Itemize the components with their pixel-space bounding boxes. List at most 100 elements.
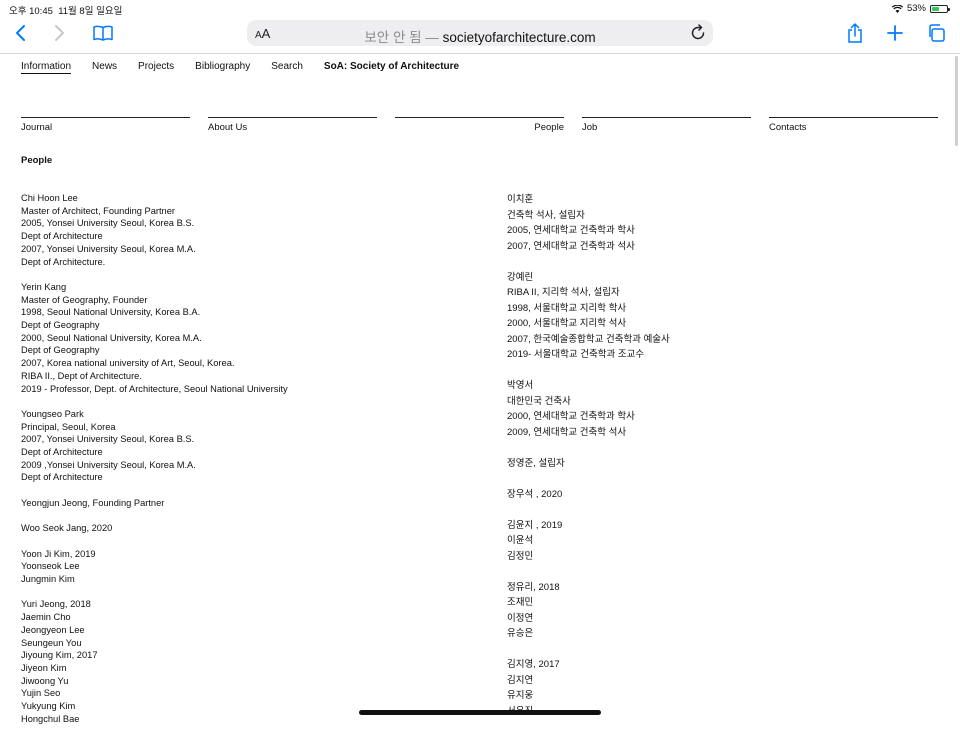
person-line: 박영서: [507, 380, 534, 391]
new-tab-icon[interactable]: [882, 22, 908, 44]
person-line: Dept of Architecture: [21, 447, 103, 458]
person-line: 2007, 연세대학교 건축학과 석사: [507, 240, 635, 252]
person-block: 박영서대한민국 건축사 2000, 연세대학교 건축학과 학사 2009, 연세대학…: [507, 378, 927, 440]
person-line: Yerin Kang: [21, 281, 67, 292]
home-indicator[interactable]: [359, 710, 601, 715]
person-line: 2019- 서울대학교 건축학과 조교수: [507, 349, 645, 360]
nav-projects[interactable]: Projects: [138, 61, 174, 74]
person-block: 정영준, 설립자: [507, 456, 927, 472]
person-line: Chi Hoon Lee: [21, 193, 78, 203]
person-line: Yoonseok Lee: [21, 561, 80, 572]
cat-about-us[interactable]: About Us: [208, 117, 377, 133]
person-line: Yeongjun Jeong, Founding Partner: [21, 497, 165, 508]
person-line: Jiyeon Kim: [21, 662, 67, 673]
person-line: 조재민: [507, 597, 534, 608]
people-korean-column: 이치훈 건축학 석사, 설립자 2005, 연세대학교 건축학과 학사 2007, 연…: [507, 192, 927, 735]
person-line: 건축학 석사, 설립자: [507, 209, 585, 221]
person-line: Principal, Seoul, Korea: [21, 421, 116, 432]
forward-icon[interactable]: [47, 22, 73, 44]
status-right: 53%: [891, 3, 950, 14]
person-line: 2007, Yonsei University Seoul, Korea B.S…: [21, 434, 195, 445]
site-nav: Information News Projects Bibliography S…: [21, 61, 480, 74]
person-block: 김윤지 , 2019 이윤석 김정민: [507, 518, 927, 565]
person-line: Woo Seok Jang, 2020: [21, 523, 113, 534]
person-block: Yoon Ji Kim, 2019 Yoonseok Lee Jungmin Kim: [21, 548, 461, 586]
nav-search[interactable]: Search: [271, 61, 303, 74]
tabs-icon[interactable]: [923, 22, 949, 44]
url-text[interactable]: 보안 안 됨 — societyofarchitecture.com: [247, 26, 713, 46]
back-icon[interactable]: [7, 22, 33, 44]
cat-journal[interactable]: Journal: [21, 117, 190, 133]
person-line: Yujin Seo: [21, 688, 61, 699]
person-line: 유승은: [507, 628, 534, 639]
person-line: Jiwoong Yu: [21, 675, 69, 686]
site-brand[interactable]: SoA: Society of Architecture: [324, 61, 459, 74]
person-line: Master of Geography, Founder: [21, 294, 148, 305]
person-block: 정유리, 2018 조재민이정연유승은: [507, 580, 927, 642]
person-line: 1998, 서울대학교 지리학 학사: [507, 302, 627, 314]
person-block: Yeongjun Jeong, Founding Partner: [21, 497, 461, 510]
person-line: 2007, 한국예술종합학교 건축학과 예술사: [507, 333, 670, 345]
section-title: People: [21, 155, 53, 166]
cat-job[interactable]: Job: [582, 117, 751, 133]
person-line: 2005, 연세대학교 건축학과 학사: [507, 225, 635, 236]
person-line: 김윤지 , 2019: [507, 519, 563, 531]
person-line: Master of Architect, Founding Partner: [21, 205, 175, 216]
status-bar: 오후 10:45 11월 8일 일요일 53%: [0, 0, 960, 17]
person-line: Dept of Architecture: [21, 231, 103, 242]
reload-icon[interactable]: [689, 24, 707, 42]
person-line: 2009 ,Yonsei University Seoul, Korea M.A…: [21, 459, 196, 470]
person-line: 유지웅: [507, 690, 534, 701]
person-line: 정유리, 2018: [507, 581, 560, 593]
person-line: 2005, Yonsei University Seoul, Korea B.S…: [21, 218, 195, 229]
person-line: Jeongyeon Lee: [21, 624, 85, 635]
share-icon[interactable]: [842, 22, 868, 44]
person-line: Dept of Geography: [21, 320, 100, 331]
nav-bibliography[interactable]: Bibliography: [195, 61, 250, 74]
person-line: 2000, 연세대학교 건축학과 학사: [507, 411, 635, 422]
person-line: Yoon Ji Kim, 2019: [21, 548, 96, 559]
person-line: 2009, 연세대학교 건축학 석사: [507, 426, 627, 438]
person-block: 이치훈 건축학 석사, 설립자 2005, 연세대학교 건축학과 학사 2007, 연…: [507, 192, 927, 254]
person-block: Yuri Jeong, 2018 Jaemin Cho Jeongyeon Lee S…: [21, 598, 461, 725]
person-block: 장우석 , 2020: [507, 487, 927, 503]
person-line: Dept of Architecture.: [21, 256, 106, 267]
person-line: 김지영, 2017: [507, 659, 560, 670]
cat-people[interactable]: People: [395, 117, 564, 133]
person-line: 이정연: [507, 612, 534, 624]
person-line: 2007, Yonsei University Seoul, Korea M.A…: [21, 243, 196, 254]
person-line: Youngseo Park: [21, 408, 84, 419]
people-english-column: Chi Hoon Lee Master of Architect, Foundin…: [21, 192, 461, 738]
person-line: RIBA II, 지리학 석사, 설립자: [507, 287, 620, 298]
person-line: Seungeun You: [21, 637, 82, 648]
nav-news[interactable]: News: [92, 61, 117, 74]
battery-icon: [930, 4, 950, 13]
person-block: Woo Seok Jang, 2020: [21, 522, 461, 535]
browser-toolbar: AA 보안 안 됨 — societyofarchitecture.com: [0, 16, 960, 54]
person-line: 대한민국 건축사: [507, 395, 571, 407]
address-bar[interactable]: AA 보안 안 됨 — societyofarchitecture.com: [247, 20, 713, 46]
person-block: Yerin Kang Master of Geography, Founder 19…: [21, 281, 461, 395]
person-line: 정영준, 설립자: [507, 457, 565, 469]
cat-contacts[interactable]: Contacts: [769, 117, 938, 133]
person-block: 강예린 RIBA II, 지리학 석사, 설립자 1998, 서울대학교 지리학 학…: [507, 270, 927, 363]
person-line: 장우석 , 2020: [507, 488, 563, 500]
person-line: 2000, Seoul National University, Korea M…: [21, 332, 202, 343]
nav-information[interactable]: Information: [21, 61, 72, 74]
person-block: Youngseo Park Principal, Seoul, Korea 2007…: [21, 408, 461, 484]
person-line: Jaemin Cho: [21, 612, 71, 623]
person-line: 2019 - Professor, Dept. of Architecture,…: [21, 383, 288, 394]
person-line: 이윤석: [507, 535, 534, 546]
person-line: 2007, Korea national university of Art, …: [21, 358, 235, 369]
person-line: 2000, 서울대학교 지리학 석사: [507, 318, 627, 329]
person-line: 강예린: [507, 271, 534, 283]
battery-percent: 53%: [906, 3, 926, 14]
bookmarks-icon[interactable]: [90, 22, 116, 44]
person-line: Dept of Architecture: [21, 472, 103, 483]
person-line: Jungmin Kim: [21, 574, 75, 585]
person-line: Yuri Jeong, 2018: [21, 599, 91, 610]
person-line: 김지연: [507, 674, 534, 686]
person-line: 1998, Seoul National University, Korea B…: [21, 307, 201, 318]
person-line: Jiyoung Kim, 2017: [21, 650, 98, 661]
scrollbar[interactable]: [955, 56, 958, 146]
